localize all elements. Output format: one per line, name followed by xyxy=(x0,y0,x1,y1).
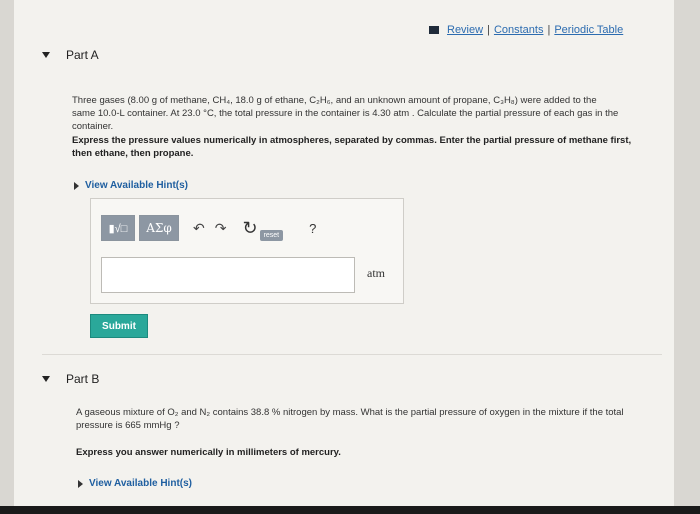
part-a-hint-link[interactable]: View Available Hint(s) xyxy=(74,180,188,191)
answer-box: ▮√□ ΑΣφ ↶ ↷ ↻ reset ? atm xyxy=(90,198,404,304)
reset-icon: ↻ xyxy=(242,217,258,238)
separator: | xyxy=(487,24,490,36)
part-b-instruction: Express you answer numerically in millim… xyxy=(76,447,341,458)
hint-label: View Available Hint(s) xyxy=(85,180,188,191)
part-b-hint-link[interactable]: View Available Hint(s) xyxy=(78,478,192,489)
reset-button[interactable]: ↻ reset xyxy=(242,216,284,241)
redo-icon[interactable]: ↷ xyxy=(215,220,227,237)
part-b-header[interactable]: Part B xyxy=(42,364,662,394)
taskbar xyxy=(0,506,700,514)
reset-label: reset xyxy=(259,229,284,241)
template-icon: ▮√□ xyxy=(108,222,128,235)
math-toolbar: ▮√□ ΑΣφ ↶ ↷ ↻ reset ? xyxy=(101,215,316,241)
part-b-question: A gaseous mixture of O₂ and N₂ contains … xyxy=(76,407,624,431)
assignment-page: Review | Constants | Periodic Table Part… xyxy=(14,0,674,514)
template-button[interactable]: ▮√□ xyxy=(101,215,135,241)
constants-link[interactable]: Constants xyxy=(494,24,544,36)
answer-input[interactable] xyxy=(101,257,355,293)
expand-triangle-icon xyxy=(78,479,83,488)
submit-button[interactable]: Submit xyxy=(90,314,148,338)
review-link[interactable]: Review xyxy=(447,24,483,36)
collapse-triangle-icon[interactable] xyxy=(42,376,50,382)
undo-icon[interactable]: ↶ xyxy=(193,220,205,237)
divider xyxy=(42,354,662,355)
unit-label: atm xyxy=(367,266,385,280)
periodic-table-link[interactable]: Periodic Table xyxy=(554,24,623,36)
part-b-label: Part B xyxy=(66,372,100,386)
hint-label: View Available Hint(s) xyxy=(89,478,192,489)
help-icon[interactable]: ? xyxy=(309,221,316,236)
part-a-header[interactable]: Part A xyxy=(42,40,662,70)
part-a-label: Part A xyxy=(66,48,99,62)
top-links: Review | Constants | Periodic Table xyxy=(429,24,623,36)
separator: | xyxy=(547,24,551,36)
symbols-button[interactable]: ΑΣφ xyxy=(139,215,179,241)
part-a-instruction: Express the pressure values numerically … xyxy=(72,135,632,159)
collapse-triangle-icon[interactable] xyxy=(42,52,50,58)
expand-triangle-icon xyxy=(74,181,79,190)
part-a-question: Three gases (8.00 g of methane, CH₄, 18.… xyxy=(72,95,619,132)
review-icon xyxy=(429,26,439,34)
